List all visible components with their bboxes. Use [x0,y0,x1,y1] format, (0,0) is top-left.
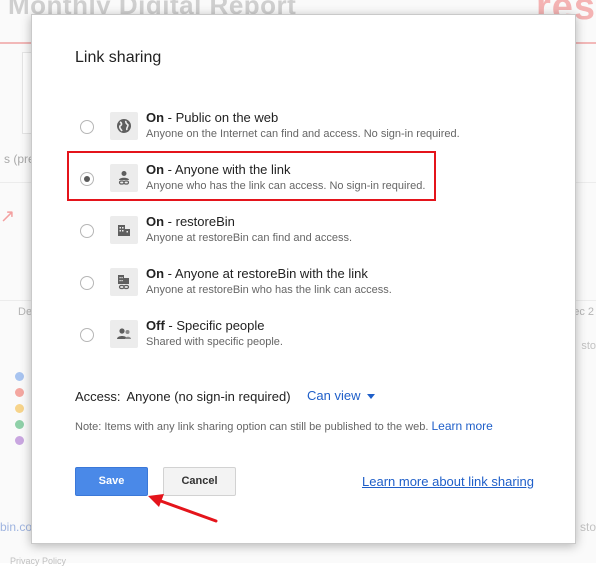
annotation-arrow-icon [148,494,218,523]
